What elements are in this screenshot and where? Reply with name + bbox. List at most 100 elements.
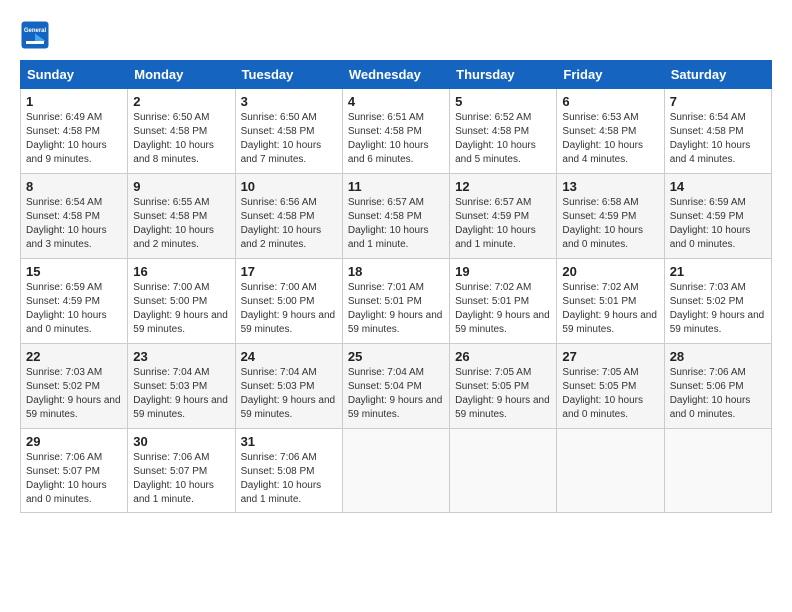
calendar-header-wednesday: Wednesday bbox=[342, 61, 449, 89]
day-number: 13 bbox=[562, 179, 658, 194]
calendar-cell: 17 Sunrise: 7:00 AM Sunset: 5:00 PM Dayl… bbox=[235, 259, 342, 344]
calendar-cell: 30 Sunrise: 7:06 AM Sunset: 5:07 PM Dayl… bbox=[128, 429, 235, 513]
daylight-label: Daylight: 10 hours and 4 minutes. bbox=[670, 140, 751, 165]
calendar-cell: 15 Sunrise: 6:59 AM Sunset: 4:59 PM Dayl… bbox=[21, 259, 128, 344]
day-number: 30 bbox=[133, 434, 229, 449]
cell-info: Sunrise: 6:55 AM Sunset: 4:58 PM Dayligh… bbox=[133, 196, 229, 252]
sunset-label: Sunset: 4:58 PM bbox=[26, 211, 100, 222]
day-number: 11 bbox=[348, 179, 444, 194]
daylight-label: Daylight: 10 hours and 7 minutes. bbox=[241, 140, 322, 165]
calendar-header-thursday: Thursday bbox=[450, 61, 557, 89]
calendar-cell bbox=[450, 429, 557, 513]
sunset-label: Sunset: 5:08 PM bbox=[241, 466, 315, 477]
sunset-label: Sunset: 5:02 PM bbox=[26, 381, 100, 392]
sunset-label: Sunset: 5:01 PM bbox=[455, 296, 529, 307]
sunset-label: Sunset: 5:04 PM bbox=[348, 381, 422, 392]
cell-info: Sunrise: 7:06 AM Sunset: 5:06 PM Dayligh… bbox=[670, 366, 766, 422]
day-number: 31 bbox=[241, 434, 337, 449]
daylight-label: Daylight: 9 hours and 59 minutes. bbox=[670, 310, 765, 335]
cell-info: Sunrise: 7:00 AM Sunset: 5:00 PM Dayligh… bbox=[133, 281, 229, 337]
sunset-label: Sunset: 4:58 PM bbox=[133, 126, 207, 137]
day-number: 5 bbox=[455, 94, 551, 109]
calendar-cell: 5 Sunrise: 6:52 AM Sunset: 4:58 PM Dayli… bbox=[450, 89, 557, 174]
sunrise-label: Sunrise: 7:06 AM bbox=[26, 452, 102, 463]
sunrise-label: Sunrise: 6:56 AM bbox=[241, 197, 317, 208]
day-number: 21 bbox=[670, 264, 766, 279]
sunrise-label: Sunrise: 6:54 AM bbox=[26, 197, 102, 208]
calendar-cell: 29 Sunrise: 7:06 AM Sunset: 5:07 PM Dayl… bbox=[21, 429, 128, 513]
calendar-header-saturday: Saturday bbox=[664, 61, 771, 89]
sunset-label: Sunset: 5:07 PM bbox=[133, 466, 207, 477]
cell-info: Sunrise: 6:54 AM Sunset: 4:58 PM Dayligh… bbox=[670, 111, 766, 167]
sunrise-label: Sunrise: 6:57 AM bbox=[348, 197, 424, 208]
cell-info: Sunrise: 6:49 AM Sunset: 4:58 PM Dayligh… bbox=[26, 111, 122, 167]
calendar-week-row: 22 Sunrise: 7:03 AM Sunset: 5:02 PM Dayl… bbox=[21, 344, 772, 429]
daylight-label: Daylight: 10 hours and 8 minutes. bbox=[133, 140, 214, 165]
sunrise-label: Sunrise: 6:50 AM bbox=[241, 112, 317, 123]
day-number: 7 bbox=[670, 94, 766, 109]
sunset-label: Sunset: 4:58 PM bbox=[26, 126, 100, 137]
sunrise-label: Sunrise: 7:00 AM bbox=[133, 282, 209, 293]
calendar-cell: 2 Sunrise: 6:50 AM Sunset: 4:58 PM Dayli… bbox=[128, 89, 235, 174]
daylight-label: Daylight: 9 hours and 59 minutes. bbox=[133, 395, 228, 420]
daylight-label: Daylight: 10 hours and 9 minutes. bbox=[26, 140, 107, 165]
sunset-label: Sunset: 4:58 PM bbox=[670, 126, 744, 137]
calendar-cell: 7 Sunrise: 6:54 AM Sunset: 4:58 PM Dayli… bbox=[664, 89, 771, 174]
sunset-label: Sunset: 5:05 PM bbox=[562, 381, 636, 392]
day-number: 23 bbox=[133, 349, 229, 364]
sunrise-label: Sunrise: 7:04 AM bbox=[241, 367, 317, 378]
daylight-label: Daylight: 10 hours and 2 minutes. bbox=[241, 225, 322, 250]
calendar-cell: 18 Sunrise: 7:01 AM Sunset: 5:01 PM Dayl… bbox=[342, 259, 449, 344]
cell-info: Sunrise: 7:05 AM Sunset: 5:05 PM Dayligh… bbox=[562, 366, 658, 422]
daylight-label: Daylight: 10 hours and 4 minutes. bbox=[562, 140, 643, 165]
sunset-label: Sunset: 4:58 PM bbox=[562, 126, 636, 137]
calendar-cell: 22 Sunrise: 7:03 AM Sunset: 5:02 PM Dayl… bbox=[21, 344, 128, 429]
day-number: 19 bbox=[455, 264, 551, 279]
cell-info: Sunrise: 7:03 AM Sunset: 5:02 PM Dayligh… bbox=[26, 366, 122, 422]
day-number: 25 bbox=[348, 349, 444, 364]
day-number: 22 bbox=[26, 349, 122, 364]
cell-info: Sunrise: 7:05 AM Sunset: 5:05 PM Dayligh… bbox=[455, 366, 551, 422]
sunrise-label: Sunrise: 7:00 AM bbox=[241, 282, 317, 293]
sunset-label: Sunset: 5:03 PM bbox=[241, 381, 315, 392]
day-number: 10 bbox=[241, 179, 337, 194]
calendar-cell: 23 Sunrise: 7:04 AM Sunset: 5:03 PM Dayl… bbox=[128, 344, 235, 429]
calendar-cell: 31 Sunrise: 7:06 AM Sunset: 5:08 PM Dayl… bbox=[235, 429, 342, 513]
sunset-label: Sunset: 4:59 PM bbox=[670, 211, 744, 222]
sunrise-label: Sunrise: 7:05 AM bbox=[455, 367, 531, 378]
sunrise-label: Sunrise: 7:04 AM bbox=[133, 367, 209, 378]
calendar-body: 1 Sunrise: 6:49 AM Sunset: 4:58 PM Dayli… bbox=[21, 89, 772, 513]
day-number: 12 bbox=[455, 179, 551, 194]
sunset-label: Sunset: 5:00 PM bbox=[241, 296, 315, 307]
daylight-label: Daylight: 10 hours and 0 minutes. bbox=[26, 310, 107, 335]
calendar-week-row: 1 Sunrise: 6:49 AM Sunset: 4:58 PM Dayli… bbox=[21, 89, 772, 174]
sunset-label: Sunset: 5:05 PM bbox=[455, 381, 529, 392]
day-number: 1 bbox=[26, 94, 122, 109]
sunset-label: Sunset: 4:59 PM bbox=[26, 296, 100, 307]
sunset-label: Sunset: 4:58 PM bbox=[348, 211, 422, 222]
day-number: 8 bbox=[26, 179, 122, 194]
calendar-cell: 25 Sunrise: 7:04 AM Sunset: 5:04 PM Dayl… bbox=[342, 344, 449, 429]
sunrise-label: Sunrise: 6:51 AM bbox=[348, 112, 424, 123]
cell-info: Sunrise: 6:57 AM Sunset: 4:58 PM Dayligh… bbox=[348, 196, 444, 252]
sunrise-label: Sunrise: 6:58 AM bbox=[562, 197, 638, 208]
daylight-label: Daylight: 10 hours and 1 minute. bbox=[348, 225, 429, 250]
sunset-label: Sunset: 4:58 PM bbox=[348, 126, 422, 137]
day-number: 29 bbox=[26, 434, 122, 449]
calendar-week-row: 8 Sunrise: 6:54 AM Sunset: 4:58 PM Dayli… bbox=[21, 174, 772, 259]
sunrise-label: Sunrise: 7:03 AM bbox=[26, 367, 102, 378]
sunset-label: Sunset: 4:58 PM bbox=[455, 126, 529, 137]
sunrise-label: Sunrise: 7:03 AM bbox=[670, 282, 746, 293]
calendar-header-monday: Monday bbox=[128, 61, 235, 89]
sunset-label: Sunset: 5:07 PM bbox=[26, 466, 100, 477]
day-number: 15 bbox=[26, 264, 122, 279]
cell-info: Sunrise: 7:06 AM Sunset: 5:08 PM Dayligh… bbox=[241, 451, 337, 507]
sunrise-label: Sunrise: 7:05 AM bbox=[562, 367, 638, 378]
calendar-cell: 12 Sunrise: 6:57 AM Sunset: 4:59 PM Dayl… bbox=[450, 174, 557, 259]
day-number: 17 bbox=[241, 264, 337, 279]
cell-info: Sunrise: 6:59 AM Sunset: 4:59 PM Dayligh… bbox=[26, 281, 122, 337]
day-number: 4 bbox=[348, 94, 444, 109]
cell-info: Sunrise: 7:03 AM Sunset: 5:02 PM Dayligh… bbox=[670, 281, 766, 337]
day-number: 26 bbox=[455, 349, 551, 364]
daylight-label: Daylight: 9 hours and 59 minutes. bbox=[133, 310, 228, 335]
